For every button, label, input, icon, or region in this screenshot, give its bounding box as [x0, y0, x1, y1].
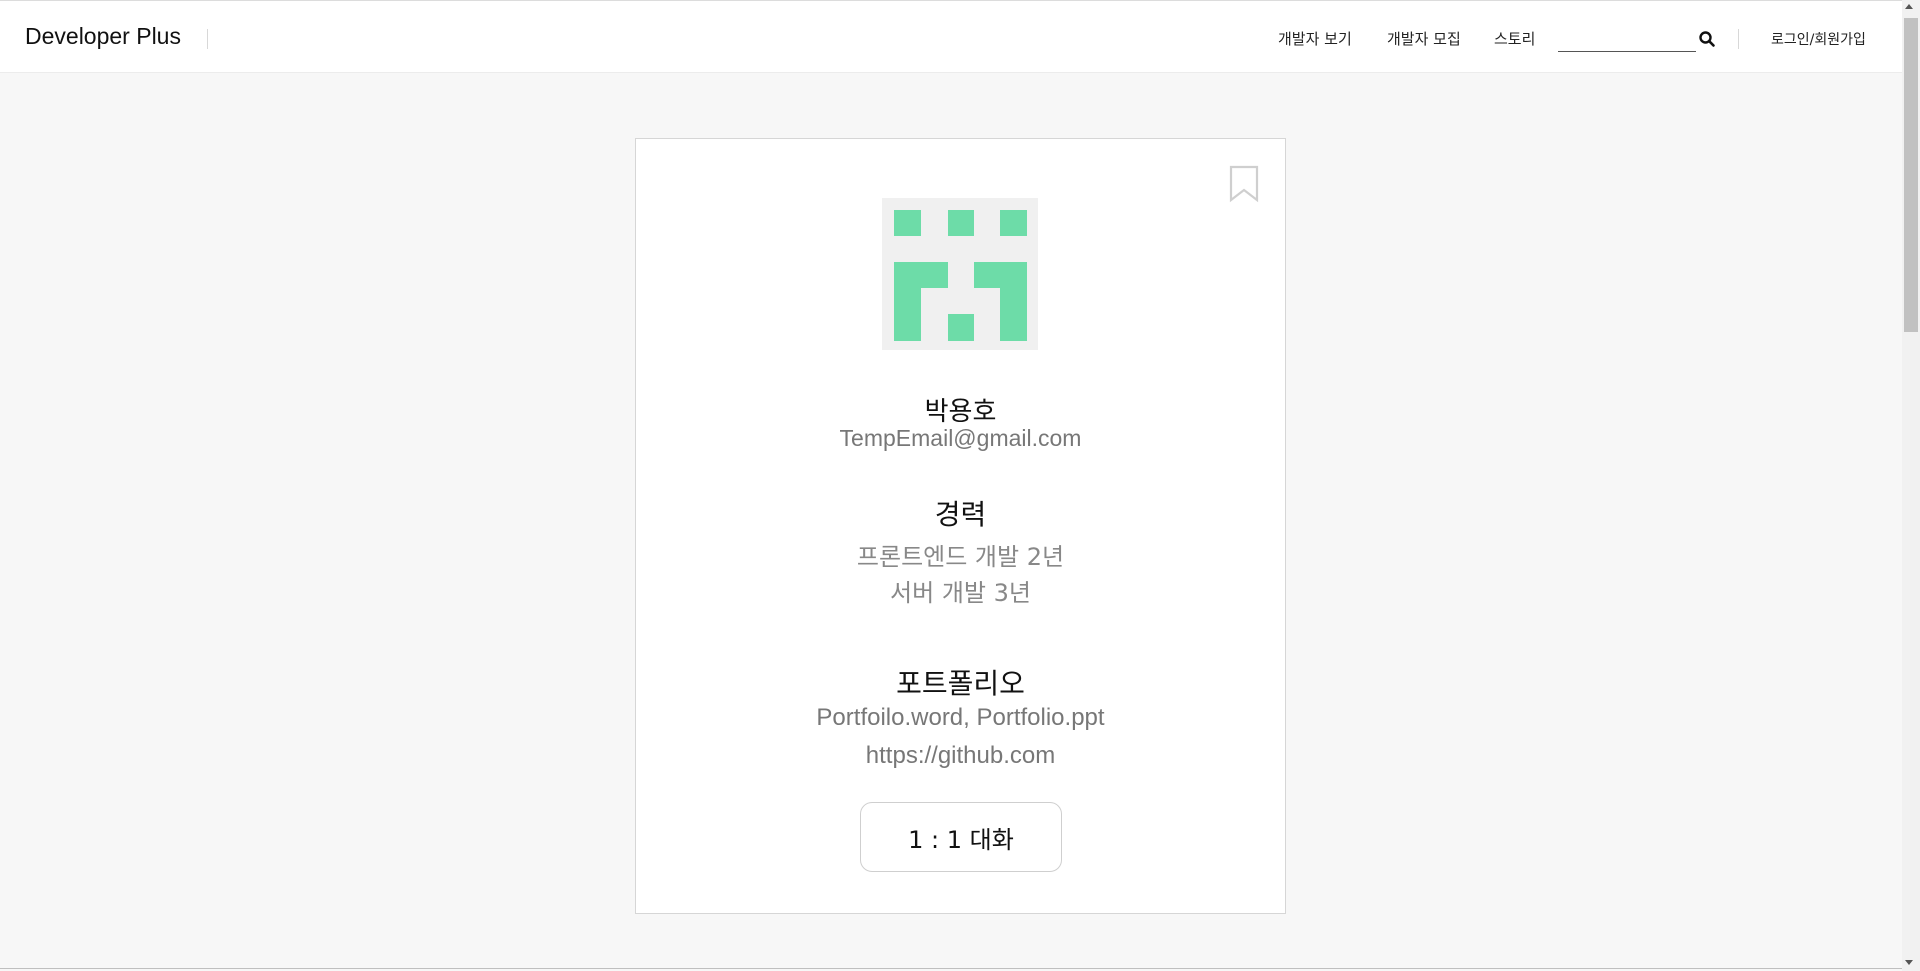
search-icon[interactable]: [1698, 30, 1716, 48]
brand-logo[interactable]: Developer Plus: [25, 23, 181, 50]
experience-title: 경력: [934, 498, 987, 531]
search-input[interactable]: [1558, 28, 1696, 52]
one-on-one-chat-button[interactable]: 1 : 1 대화: [860, 802, 1062, 872]
developer-name: 박용호: [924, 397, 997, 427]
auth-divider: [1738, 29, 1739, 49]
developer-email: TempEmail@gmail.com: [839, 425, 1082, 451]
experience-item: 프론트엔드 개발 2년: [856, 543, 1065, 571]
experience-item: 서버 개발 3년: [890, 579, 1031, 607]
portfolio-link[interactable]: https://github.com: [636, 742, 1285, 770]
scroll-up-arrow-icon[interactable]: [1905, 4, 1913, 9]
nav-developers[interactable]: 개발자 보기: [1278, 28, 1352, 49]
scroll-down-arrow-icon[interactable]: [1905, 960, 1913, 965]
nav-story[interactable]: 스토리: [1494, 28, 1535, 49]
identicon-avatar: [882, 198, 1038, 350]
portfolio-files[interactable]: Portfoilo.word, Portfolio.ppt: [636, 704, 1285, 732]
portfolio-title: 포트폴리오: [896, 667, 1025, 700]
nav-recruit[interactable]: 개발자 모집: [1387, 28, 1461, 49]
login-signup-link[interactable]: 로그인/회원가입: [1771, 29, 1866, 49]
developer-profile-card: 박용호 TempEmail@gmail.com 경력 프론트엔드 개발 2년 서…: [635, 138, 1286, 914]
brand-divider: [207, 29, 208, 49]
bookmark-icon[interactable]: [1228, 165, 1260, 203]
scrollbar-thumb[interactable]: [1904, 18, 1918, 332]
top-navigation-bar: Developer Plus 개발자 보기 개발자 모집 스토리 로그인/회원가…: [0, 0, 1902, 73]
page-bottom-border: [0, 968, 1902, 969]
